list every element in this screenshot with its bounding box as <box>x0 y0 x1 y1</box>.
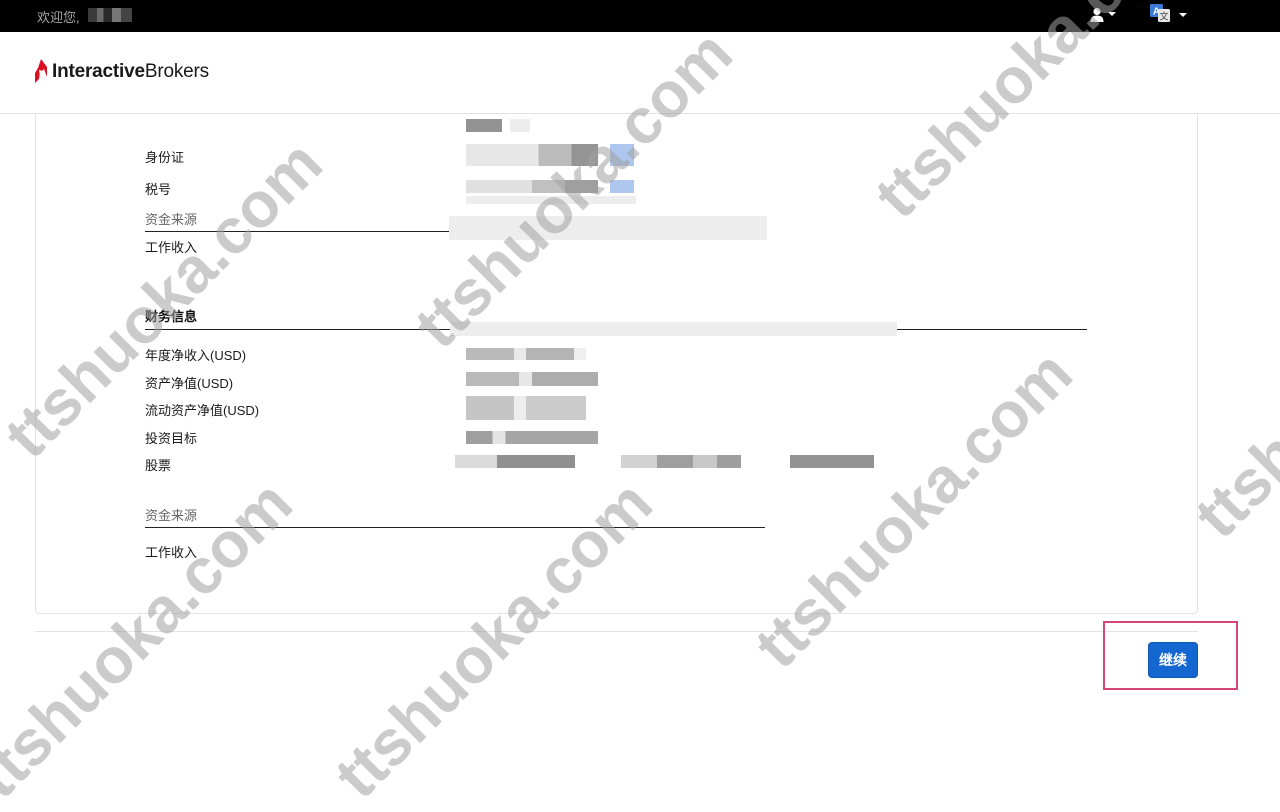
funding-source-item: 工作收入 <box>145 545 198 560</box>
redacted-value <box>466 119 502 132</box>
ib-flame-icon <box>35 59 47 83</box>
investment-objective-label: 投资目标 <box>145 431 198 446</box>
funding-source-heading: 资金来源 <box>145 508 198 523</box>
stocks-label: 股票 <box>145 458 172 473</box>
funding-source-heading: 资金来源 <box>145 212 198 227</box>
section-divider <box>897 329 1087 330</box>
chevron-down-icon <box>1179 13 1187 17</box>
language-menu[interactable]: A 文 <box>1150 4 1190 26</box>
interactive-brokers-logo[interactable]: InteractiveBrokers <box>34 58 209 86</box>
redacted-tax-number <box>466 196 636 204</box>
liquid-net-worth-label: 流动资产净值(USD) <box>145 403 260 418</box>
chevron-down-icon <box>1108 12 1116 16</box>
section-divider <box>145 527 765 528</box>
tax-id-label: 税号 <box>145 182 172 197</box>
footer-divider <box>35 631 1198 632</box>
net-worth-label: 资产净值(USD) <box>145 376 234 391</box>
redacted-value <box>455 455 575 468</box>
redacted-id-number <box>466 144 598 166</box>
svg-text:文: 文 <box>1159 11 1168 23</box>
redacted-value <box>621 455 741 468</box>
section-divider <box>145 231 449 232</box>
translate-icon: A 文 <box>1150 4 1170 23</box>
annual-net-income-label: 年度净收入(USD) <box>145 348 247 363</box>
username-redacted <box>88 8 132 22</box>
redacted-tax-number <box>466 180 598 193</box>
redacted-id-number <box>610 144 634 166</box>
redacted-value <box>510 119 530 132</box>
continue-button[interactable]: 继续 <box>1148 642 1198 678</box>
redacted-value <box>449 216 767 240</box>
financial-info-heading: 财务信息 <box>145 309 198 324</box>
redacted-value <box>466 348 586 360</box>
welcome-text: 欢迎您, <box>37 10 80 25</box>
redacted-value <box>790 455 874 468</box>
redacted-tax-number <box>610 180 634 193</box>
redacted-value <box>466 372 598 386</box>
logo-wordmark: InteractiveBrokers <box>52 61 209 82</box>
user-menu[interactable] <box>1088 6 1120 26</box>
user-icon <box>1090 7 1104 22</box>
redacted-value <box>450 322 897 336</box>
id-card-label: 身份证 <box>145 150 185 165</box>
section-divider <box>145 329 450 330</box>
funding-source-item: 工作收入 <box>145 240 198 255</box>
redacted-value <box>466 431 598 444</box>
top-bar: 欢迎您, A 文 <box>0 0 1280 32</box>
redacted-value <box>466 396 586 420</box>
